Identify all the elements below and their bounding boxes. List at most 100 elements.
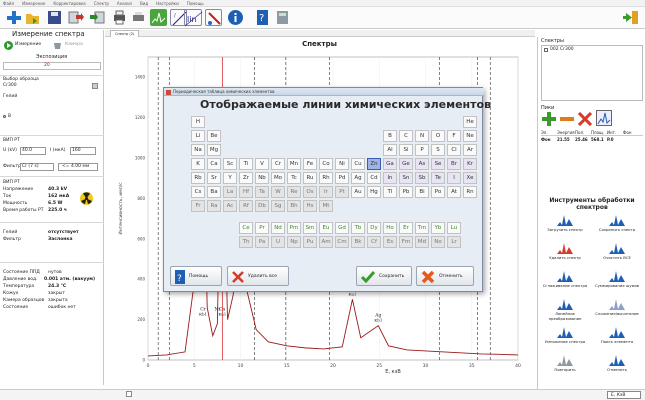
menu-analysis[interactable]: Анализ <box>117 1 132 6</box>
element-bh[interactable]: Bh <box>287 200 301 212</box>
element-lu[interactable]: Lu <box>447 222 461 234</box>
element-re[interactable]: Re <box>287 186 301 198</box>
export-icon[interactable] <box>67 9 84 26</box>
element-te[interactable]: Te <box>431 172 445 184</box>
element-ta[interactable]: Ta <box>255 186 269 198</box>
element-no[interactable]: No <box>431 236 445 248</box>
element-v[interactable]: V <box>255 158 269 170</box>
element-s[interactable]: S <box>431 144 445 156</box>
element-hs[interactable]: Hs <box>303 200 317 212</box>
remove-peak-icon[interactable] <box>560 112 574 126</box>
element-yb[interactable]: Yb <box>431 222 445 234</box>
tool-button-8[interactable]: Умножение спектра <box>541 325 589 351</box>
element-cm[interactable]: Cm <box>335 236 349 248</box>
element-y[interactable]: Y <box>223 172 237 184</box>
element-in[interactable]: In <box>383 172 397 184</box>
element-nb[interactable]: Nb <box>255 172 269 184</box>
tool-button-3[interactable]: Очистить ВСЕ <box>593 241 641 267</box>
element-dy[interactable]: Dy <box>367 222 381 234</box>
element-hg[interactable]: Hg <box>367 186 381 198</box>
element-po[interactable]: Po <box>431 186 445 198</box>
element-ga[interactable]: Ga <box>383 158 397 170</box>
import-icon[interactable] <box>89 9 106 26</box>
element-zr[interactable]: Zr <box>239 172 253 184</box>
tool-button-0[interactable]: Загрузить спектр <box>541 213 589 239</box>
element-bi[interactable]: Bi <box>415 186 429 198</box>
element-sr[interactable]: Sr <box>207 172 221 184</box>
scroll-left-button[interactable] <box>126 391 132 397</box>
focus-select[interactable]: <= 4.00 мм <box>62 164 89 170</box>
element-fr[interactable]: Fr <box>191 200 205 212</box>
element-os[interactable]: Os <box>303 186 317 198</box>
new-icon[interactable] <box>5 9 22 26</box>
element-at[interactable]: At <box>447 186 461 198</box>
element-ce[interactable]: Ce <box>239 222 253 234</box>
element-ni[interactable]: Ni <box>335 158 349 170</box>
element-zn[interactable]: Zn <box>367 158 381 170</box>
element-si[interactable]: Si <box>399 144 413 156</box>
linear-scale-icon[interactable]: lin <box>184 9 203 27</box>
measure-button[interactable]: Измерение <box>15 42 41 48</box>
element-sb[interactable]: Sb <box>415 172 429 184</box>
help-button[interactable]: ? Помощь <box>170 266 222 286</box>
element-fm[interactable]: Fm <box>399 236 413 248</box>
peaks-table-row[interactable]: Фон 21.55 25.46 568.1 P.0 <box>541 137 643 143</box>
element-n[interactable]: N <box>415 130 429 142</box>
element-mo[interactable]: Mo <box>271 172 285 184</box>
tool-button-6[interactable]: Линейное преобразование <box>541 297 589 323</box>
element-sg[interactable]: Sg <box>271 200 285 212</box>
element-es[interactable]: Es <box>383 236 397 248</box>
element-cd[interactable]: Cd <box>367 172 381 184</box>
element-cu[interactable]: Cu <box>351 158 365 170</box>
element-i[interactable]: I <box>447 172 461 184</box>
tool-button-11[interactable]: Отменить <box>593 353 641 379</box>
element-cs[interactable]: Cs <box>191 186 205 198</box>
element-tc[interactable]: Tc <box>287 172 301 184</box>
delete-peak-icon[interactable] <box>577 111 593 127</box>
element-p[interactable]: P <box>415 144 429 156</box>
element-pm[interactable]: Pm <box>287 222 301 234</box>
save-icon[interactable] <box>46 9 63 26</box>
element-ca[interactable]: Ca <box>207 158 221 170</box>
exit-icon[interactable] <box>623 9 640 26</box>
element-rf[interactable]: Rf <box>239 200 253 212</box>
calculator-icon[interactable] <box>274 9 291 26</box>
element-md[interactable]: Md <box>415 236 429 248</box>
element-gd[interactable]: Gd <box>335 222 349 234</box>
cancel-button[interactable]: Отменить <box>416 266 474 286</box>
element-rb[interactable]: Rb <box>191 172 205 184</box>
element-eu[interactable]: Eu <box>319 222 333 234</box>
sample-browse-icon[interactable] <box>92 83 98 89</box>
element-sn[interactable]: Sn <box>399 172 413 184</box>
element-xe[interactable]: Xe <box>463 172 477 184</box>
element-lr[interactable]: Lr <box>447 236 461 248</box>
element-pb[interactable]: Pb <box>399 186 413 198</box>
element-pr[interactable]: Pr <box>255 222 269 234</box>
radio-b[interactable] <box>3 115 6 118</box>
element-nd[interactable]: Nd <box>271 222 285 234</box>
tool-button-1[interactable]: Сохранить спектр <box>593 213 641 239</box>
filter-select[interactable]: Cr (7 s) <box>22 164 39 170</box>
open-icon[interactable] <box>24 9 41 26</box>
element-rn[interactable]: Rn <box>463 186 477 198</box>
element-ir[interactable]: Ir <box>319 186 333 198</box>
element-c[interactable]: C <box>399 130 413 142</box>
element-ne[interactable]: Ne <box>463 130 477 142</box>
element-pu[interactable]: Pu <box>303 236 317 248</box>
menu-settings[interactable]: Настройки <box>156 1 179 6</box>
element-tl[interactable]: Tl <box>383 186 397 198</box>
tool-button-10[interactable]: Повторить <box>541 353 589 379</box>
element-as[interactable]: As <box>415 158 429 170</box>
element-f[interactable]: F <box>447 130 461 142</box>
element-mn[interactable]: Mn <box>287 158 301 170</box>
play-icon[interactable] <box>4 41 13 50</box>
element-k[interactable]: K <box>191 158 205 170</box>
tool-button-9[interactable]: Поиск элемента <box>593 325 641 351</box>
element-la[interactable]: La <box>223 186 237 198</box>
tool-button-2[interactable]: Удалить спектр <box>541 241 589 267</box>
help-icon[interactable]: ? <box>254 9 271 26</box>
element-be[interactable]: Be <box>207 130 221 142</box>
clear-all-button[interactable]: Удалить все <box>227 266 289 286</box>
menu-view[interactable]: Вид <box>140 1 148 6</box>
element-hf[interactable]: Hf <box>239 186 253 198</box>
